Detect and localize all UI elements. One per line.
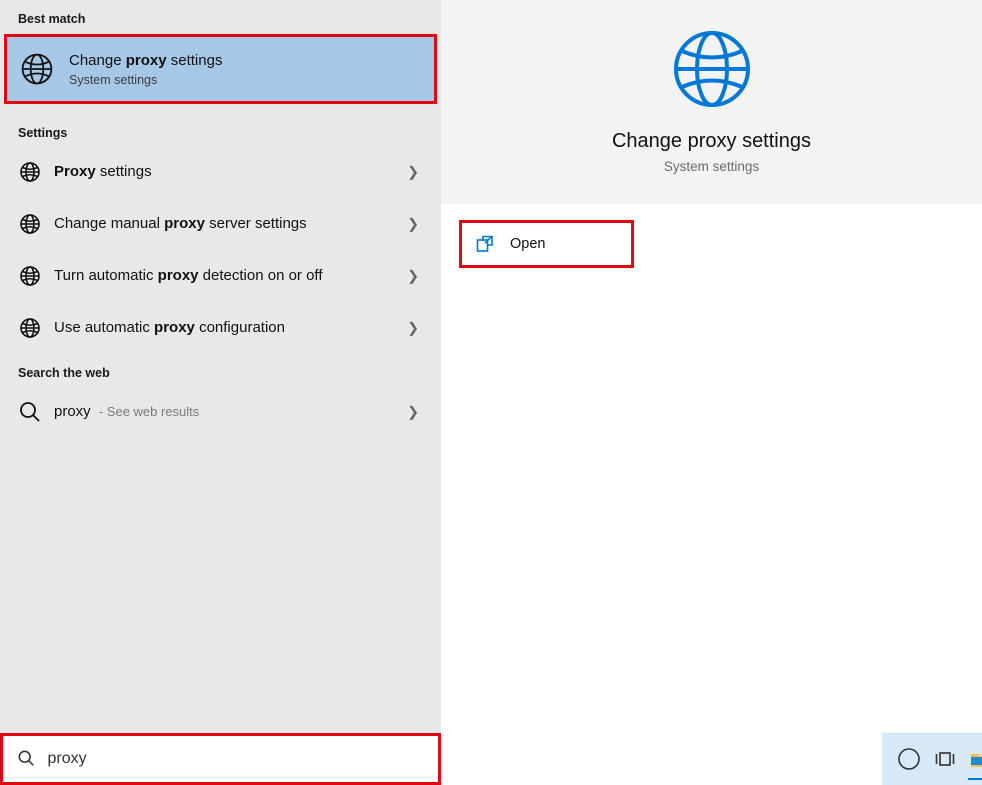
section-header-best-match: Best match [0, 0, 441, 32]
search-icon [17, 749, 36, 769]
settings-item-proxy-settings[interactable]: Proxy settings ❯ [0, 146, 441, 198]
settings-item-label: Turn automatic proxy detection on or off [54, 266, 425, 286]
preview-panel: Change proxy settings System settings Op… [441, 0, 982, 785]
globe-icon [18, 316, 42, 340]
open-button[interactable]: Open [459, 220, 634, 268]
section-header-search-web: Search the web [0, 354, 441, 386]
section-header-settings: Settings [0, 114, 441, 146]
preview-subtitle: System settings [461, 159, 962, 174]
settings-item-label: Use automatic proxy configuration [54, 318, 425, 338]
chevron-right-icon: ❯ [407, 216, 419, 233]
chevron-right-icon: ❯ [407, 164, 419, 181]
globe-icon [669, 26, 755, 112]
taskbar-file-explorer[interactable] [968, 740, 982, 780]
taskbar: DELL W [882, 733, 982, 785]
best-match-subtitle: System settings [69, 73, 222, 87]
web-item-label: proxy - See web results [54, 402, 425, 422]
best-match-title: Change proxy settings [69, 52, 222, 69]
chevron-right-icon: ❯ [407, 320, 419, 337]
globe-icon [18, 264, 42, 288]
search-results-panel: Best match Change proxy settings System … [0, 0, 441, 785]
settings-item-label: Proxy settings [54, 162, 425, 182]
settings-item-label: Change manual proxy server settings [54, 214, 425, 234]
globe-icon [18, 160, 42, 184]
search-icon [18, 400, 42, 424]
taskbar-task-view[interactable] [932, 740, 958, 780]
taskbar-cortana[interactable] [896, 740, 922, 780]
best-match-result[interactable]: Change proxy settings System settings [4, 34, 437, 104]
chevron-right-icon: ❯ [407, 404, 419, 421]
globe-icon [19, 51, 55, 87]
settings-item-auto-config[interactable]: Use automatic proxy configuration ❯ [0, 302, 441, 354]
globe-icon [18, 212, 42, 236]
open-icon [476, 235, 494, 253]
settings-item-auto-detect[interactable]: Turn automatic proxy detection on or off… [0, 250, 441, 302]
settings-item-manual-proxy[interactable]: Change manual proxy server settings ❯ [0, 198, 441, 250]
search-box[interactable] [0, 733, 441, 785]
open-label: Open [510, 236, 545, 252]
web-result-proxy[interactable]: proxy - See web results ❯ [0, 386, 441, 438]
preview-card: Change proxy settings System settings [441, 0, 982, 204]
chevron-right-icon: ❯ [407, 268, 419, 285]
preview-title: Change proxy settings [461, 130, 962, 153]
search-input[interactable] [48, 750, 425, 768]
